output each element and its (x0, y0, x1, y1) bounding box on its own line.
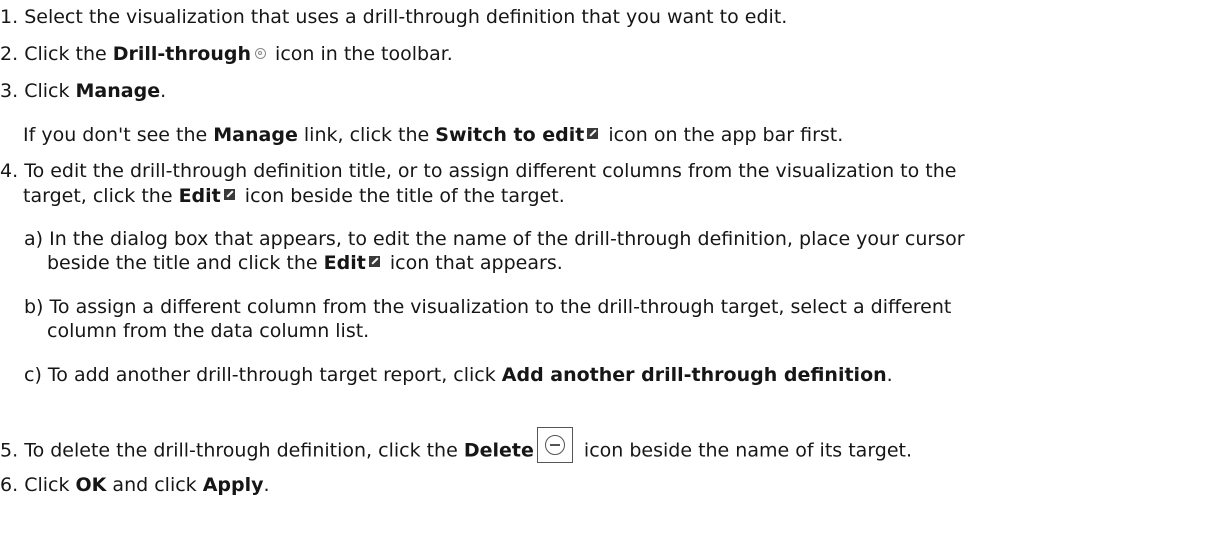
note-text: icon on the app bar first. (602, 124, 844, 146)
step-6: 6. Click OK and click Apply. (0, 473, 270, 497)
substep-text: To assign a different column from the vi… (49, 296, 952, 318)
substep-text: icon that appears. (383, 252, 563, 274)
edit-icon (223, 189, 235, 200)
substep-text: beside the title and click the (47, 252, 324, 274)
step-text: To delete the drill-through definition, … (24, 439, 464, 462)
step-number: 6. (0, 474, 19, 496)
note-text: If you don't see the (23, 124, 214, 146)
step-3: 3. Click Manage. (0, 79, 166, 103)
ui-term-edit: Edit (178, 185, 221, 207)
step-text: icon beside the title of the target. (238, 185, 565, 207)
delete-icon (536, 427, 573, 463)
step-text: icon in the toolbar. (269, 43, 453, 65)
step-4-cont: target, click the Edit icon beside the t… (23, 184, 565, 208)
step-text: target, click the (23, 185, 179, 207)
step-text: Select the visualization that uses a dri… (24, 6, 788, 28)
edit-icon (587, 128, 599, 139)
step-number: 5. (0, 439, 19, 462)
ui-term-manage: Manage (213, 124, 298, 146)
substep-label: c) (24, 364, 42, 386)
ui-term-switch-to-edit: Switch to edit (435, 124, 585, 146)
step-2: 2. Click the Drill-through icon in the t… (0, 42, 453, 66)
step-number: 1. (0, 6, 19, 28)
step-number: 2. (0, 43, 19, 65)
ui-term-add-another: Add another drill-through definition (501, 364, 887, 386)
substep-c: c) To add another drill-through target r… (24, 363, 893, 387)
substep-a-cont: beside the title and click the Edit icon… (47, 251, 563, 275)
ui-term-drill-through: Drill-through (112, 43, 251, 65)
ui-term-apply: Apply (202, 474, 264, 496)
substep-text: . (886, 364, 893, 386)
ui-term-ok: OK (75, 474, 107, 496)
step-3-note: If you don't see the Manage link, click … (23, 123, 843, 147)
edit-icon (368, 256, 380, 267)
step-text: Click (24, 80, 76, 102)
step-text: icon beside the name of its target. (577, 439, 913, 462)
step-text: Click the (24, 43, 113, 65)
step-text: . (160, 80, 167, 102)
substep-text: In the dialog box that appears, to edit … (49, 228, 965, 250)
substep-b: b) To assign a different column from the… (24, 295, 951, 319)
ui-term-manage: Manage (75, 80, 161, 102)
step-number: 3. (0, 80, 19, 102)
substep-label: a) (24, 228, 44, 250)
drill-through-icon (255, 48, 266, 59)
step-5: 5. To delete the drill-through definitio… (0, 427, 913, 469)
step-1: 1. Select the visualization that uses a … (0, 5, 787, 29)
substep-text: To add another drill-through target repo… (47, 364, 502, 386)
substep-label: b) (24, 296, 44, 318)
substep-b-cont: column from the data column list. (47, 319, 369, 343)
substep-a: a) In the dialog box that appears, to ed… (24, 227, 965, 251)
step-4: 4. To edit the drill-through definition … (0, 159, 956, 183)
step-text: and click (106, 474, 203, 496)
step-number: 4. (0, 160, 19, 182)
step-text: To edit the drill-through definition tit… (24, 160, 957, 182)
step-text: Click (24, 474, 76, 496)
ui-term-delete: Delete (463, 439, 534, 462)
substep-text: column from the data column list. (47, 320, 370, 342)
note-text: link, click the (297, 124, 436, 146)
step-text: . (263, 474, 270, 496)
ui-term-edit: Edit (323, 252, 366, 274)
